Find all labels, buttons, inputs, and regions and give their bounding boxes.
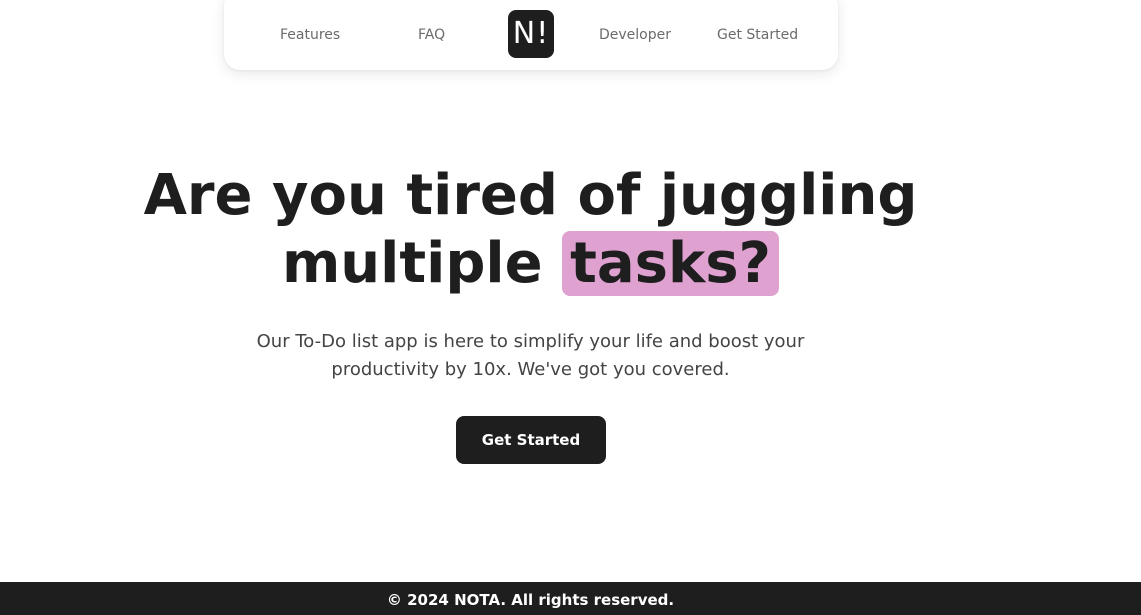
- nav-link-faq[interactable]: FAQ: [418, 27, 445, 43]
- footer: © 2024 NOTA. All rights reserved.: [0, 582, 1141, 615]
- hero-subtext: Our To-Do list app is here to simplify y…: [0, 328, 1061, 384]
- headline-line-2-prefix: multiple: [281, 231, 563, 296]
- nav-link-get-started[interactable]: Get Started: [717, 27, 798, 43]
- headline-line-1: Are you tired of juggling: [143, 163, 918, 228]
- subtext-line-1: Our To-Do list app is here to simplify y…: [256, 331, 805, 352]
- nav-link-developer[interactable]: Developer: [599, 27, 671, 43]
- landing-page: Features FAQ N! Developer Get Started Ar…: [0, 0, 1141, 615]
- nota-logo[interactable]: N!: [508, 10, 554, 58]
- get-started-button[interactable]: Get Started: [456, 416, 606, 464]
- nav-link-features[interactable]: Features: [280, 27, 340, 43]
- top-navbar: Features FAQ N! Developer Get Started: [224, 0, 838, 70]
- hero-headline: Are you tired of juggling multiple tasks…: [0, 162, 1061, 298]
- footer-copyright: © 2024 NOTA. All rights reserved.: [386, 591, 675, 609]
- headline-highlight: tasks?: [562, 231, 780, 296]
- subtext-line-2: productivity by 10x. We've got you cover…: [331, 359, 730, 380]
